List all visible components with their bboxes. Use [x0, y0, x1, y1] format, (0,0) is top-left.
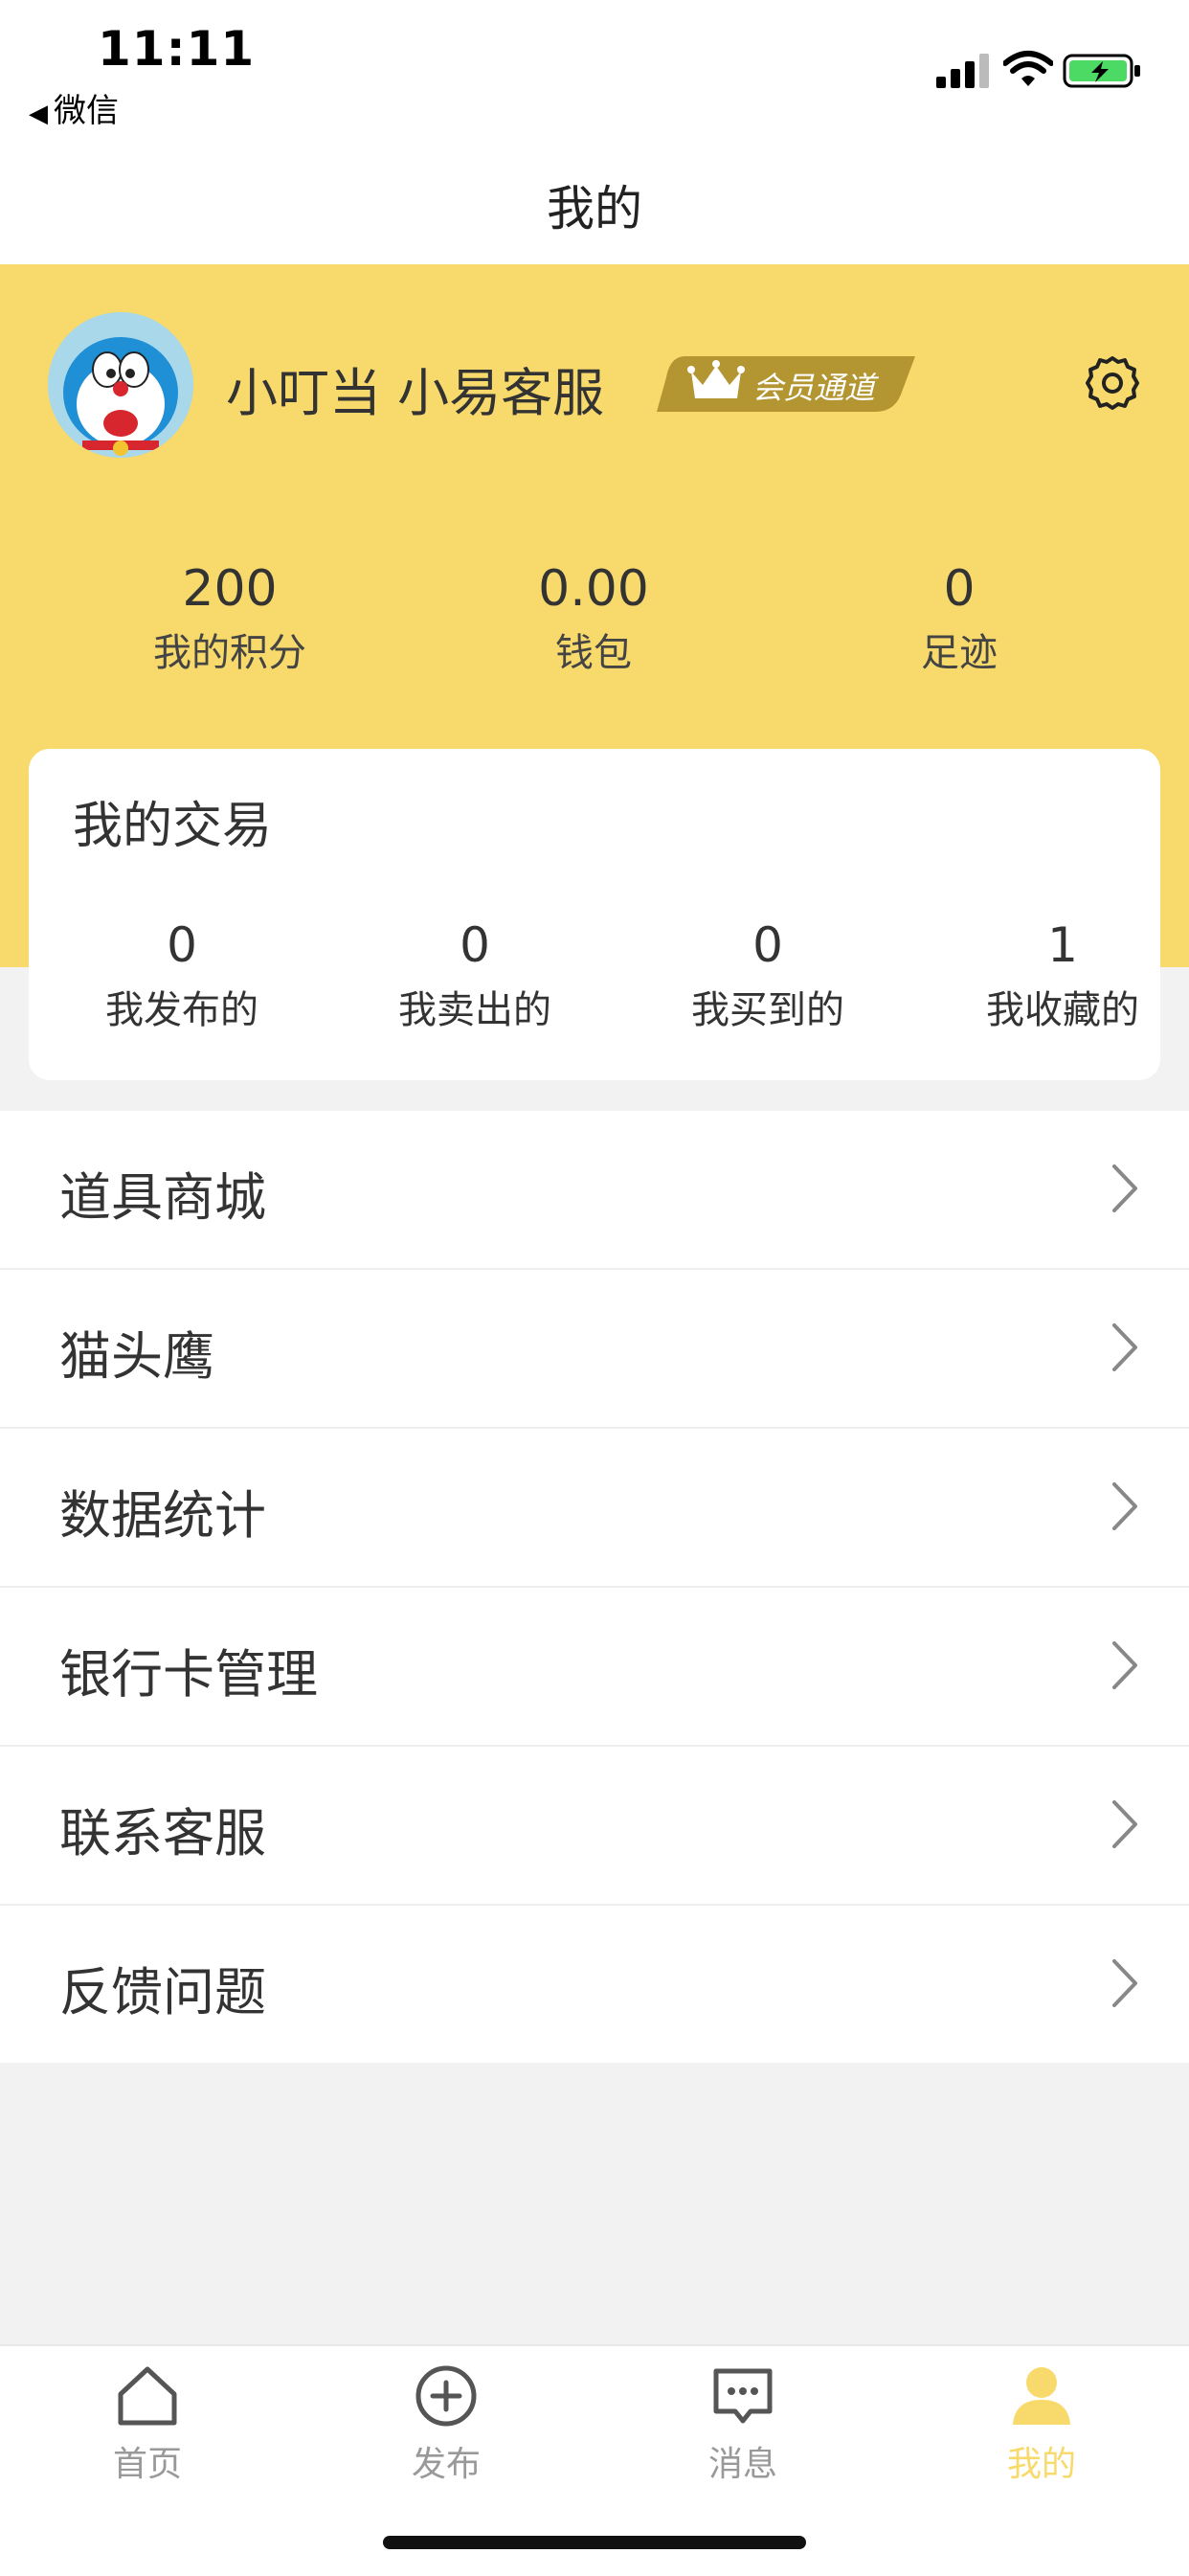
avatar[interactable] [48, 312, 193, 458]
chevron-right-icon [1112, 1959, 1137, 2007]
trade-value: 0 [752, 917, 783, 973]
menu-label: 猫头鹰 [59, 1326, 214, 1387]
nav-bar: 我的 [0, 134, 1189, 265]
trade-value: 0 [460, 917, 490, 973]
trade-favorites[interactable]: 1 我收藏的 [938, 917, 1187, 1034]
signal-icon [936, 54, 989, 88]
menu-item-feedback[interactable]: 反馈问题 [0, 1906, 1189, 2063]
tab-label: 消息 [707, 2445, 777, 2484]
menu-item-contact-service[interactable]: 联系客服 [0, 1747, 1189, 1906]
menu-label: 联系客服 [59, 1803, 266, 1864]
menu-item-prop-mall[interactable]: 道具商城 [0, 1111, 1189, 1270]
chevron-right-icon [1112, 1323, 1137, 1371]
stat-label: 足迹 [921, 631, 998, 675]
trade-value: 0 [167, 917, 197, 973]
user-icon [1013, 2367, 1070, 2425]
trade-label: 我收藏的 [986, 988, 1139, 1032]
home-icon [118, 2366, 177, 2426]
menu-label: 数据统计 [59, 1485, 266, 1546]
stat-value: 0 [943, 560, 976, 618]
menu-item-statistics[interactable]: 数据统计 [0, 1429, 1189, 1588]
stat-value: 0.00 [538, 560, 649, 618]
stat-label: 钱包 [555, 631, 632, 675]
menu-item-bank-cards[interactable]: 银行卡管理 [0, 1588, 1189, 1747]
vip-label: 会员通道 [752, 370, 876, 406]
chevron-right-icon [1112, 1641, 1137, 1689]
stat-footprint[interactable]: 0 足迹 [816, 560, 1103, 677]
page-title: 我的 [547, 181, 642, 237]
username: 小叮当 小易客服 [226, 363, 605, 423]
tab-mine[interactable]: 我的 [946, 2361, 1137, 2486]
stat-wallet[interactable]: 0.00 钱包 [450, 560, 737, 677]
back-arrow-icon: ◀ [29, 100, 48, 128]
tab-home[interactable]: 首页 [52, 2361, 243, 2486]
trade-sold[interactable]: 0 我卖出的 [350, 917, 599, 1034]
menu-label: 道具商城 [59, 1167, 266, 1228]
back-label: 微信 [54, 92, 119, 130]
tab-label: 首页 [112, 2445, 182, 2484]
card-title: 我的交易 [73, 798, 273, 855]
trade-published[interactable]: 0 我发布的 [57, 917, 306, 1034]
wifi-icon [1003, 51, 1053, 86]
trade-label: 我卖出的 [398, 988, 551, 1032]
tab-label: 发布 [411, 2445, 481, 2484]
chevron-right-icon [1112, 1164, 1137, 1212]
home-indicator[interactable] [383, 2536, 806, 2549]
status-bar: 11:11 ◀ 微信 [0, 0, 1189, 134]
my-trade-card: 我的交易 0 我发布的 0 我卖出的 0 我买到的 1 我收藏的 [29, 749, 1160, 1080]
doraemon-avatar-icon [48, 312, 193, 458]
tab-label: 我的 [1006, 2445, 1076, 2484]
stat-points[interactable]: 200 我的积分 [86, 560, 373, 677]
trade-value: 1 [1047, 917, 1078, 973]
settings-gear-icon[interactable] [1084, 354, 1141, 412]
battery-icon [1063, 54, 1140, 88]
back-to-wechat[interactable]: ◀ 微信 [29, 84, 119, 131]
trade-label: 我买到的 [691, 988, 844, 1032]
message-icon [713, 2368, 773, 2424]
menu-label: 银行卡管理 [59, 1644, 318, 1705]
stat-label: 我的积分 [153, 631, 306, 675]
plus-circle-icon [415, 2365, 477, 2427]
trade-label: 我发布的 [105, 988, 258, 1032]
tab-messages[interactable]: 消息 [647, 2361, 839, 2486]
menu-label: 反馈问题 [59, 1962, 266, 2022]
chevron-right-icon [1112, 1482, 1137, 1530]
status-time: 11:11 [98, 21, 256, 77]
chevron-right-icon [1112, 1800, 1137, 1848]
trade-bought[interactable]: 0 我买到的 [643, 917, 892, 1034]
stat-value: 200 [182, 560, 278, 618]
menu-item-owl[interactable]: 猫头鹰 [0, 1270, 1189, 1429]
tab-publish[interactable]: 发布 [350, 2361, 542, 2486]
menu-list: 道具商城 猫头鹰 数据统计 银行卡管理 联系客服 反馈问题 [0, 1111, 1189, 2063]
